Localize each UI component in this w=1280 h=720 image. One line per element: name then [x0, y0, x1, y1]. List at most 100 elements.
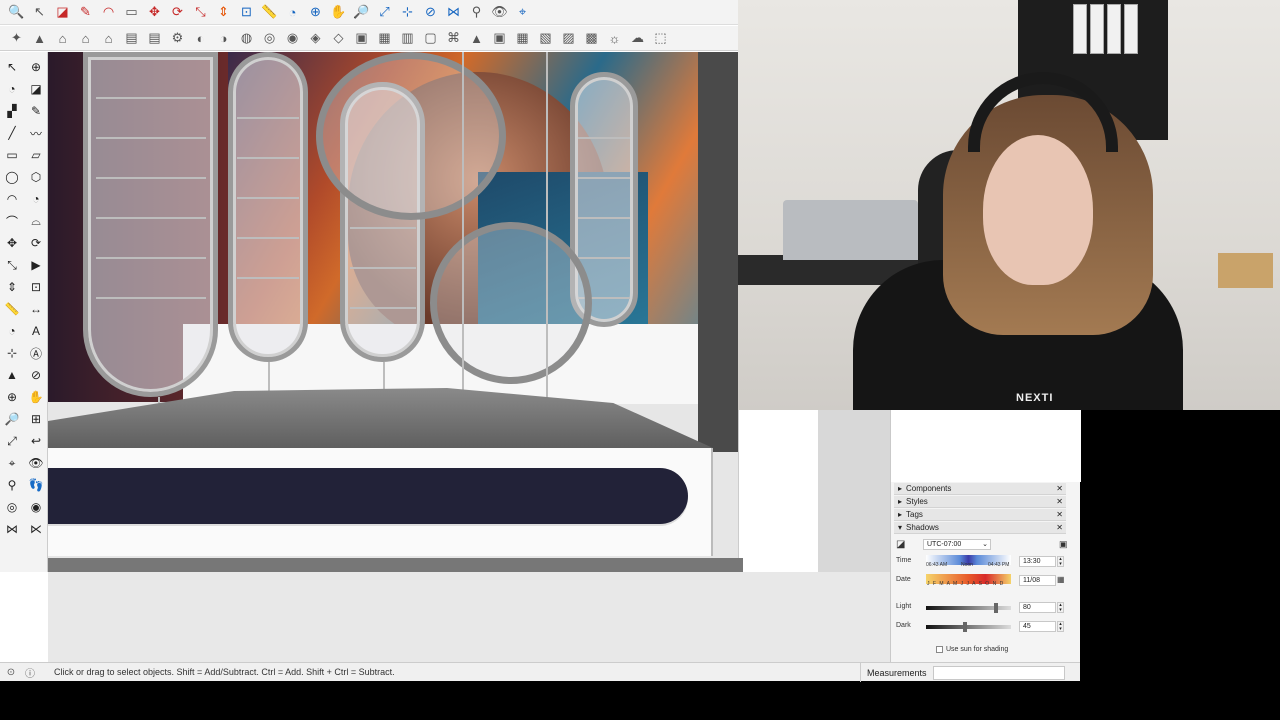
section-icon[interactable]: ⊘: [420, 2, 441, 23]
section-plane-icon[interactable]: ⊘: [27, 366, 45, 384]
details-toggle-icon[interactable]: ▣: [1059, 539, 1068, 550]
calendar-icon[interactable]: ▦: [1057, 575, 1065, 584]
move-icon[interactable]: ✥: [3, 234, 21, 252]
style-hidden-icon[interactable]: ◎: [259, 28, 280, 49]
extension-icon[interactable]: ⚙: [167, 28, 188, 49]
dark-slider[interactable]: [926, 625, 1011, 629]
tape-icon[interactable]: 📏: [259, 2, 280, 23]
info-icon[interactable]: ⓘ: [22, 664, 38, 680]
polygon-icon[interactable]: ⬡: [27, 168, 45, 186]
select-icon[interactable]: ↖: [3, 58, 21, 76]
right-icon[interactable]: ▦: [512, 28, 533, 49]
paint-bucket-icon[interactable]: ◔: [3, 80, 21, 98]
previous-view-icon[interactable]: ↩: [27, 432, 45, 450]
scale-icon[interactable]: ⤡: [3, 256, 21, 274]
capsule-display-2[interactable]: [228, 52, 308, 362]
pencil-icon[interactable]: ✎: [75, 2, 96, 23]
date-field[interactable]: 11/08: [1019, 575, 1056, 586]
light-slider[interactable]: [926, 606, 1011, 610]
section-display-icon[interactable]: ◉: [27, 498, 45, 516]
light-field[interactable]: 80: [1019, 602, 1056, 613]
ring-display-bottom[interactable]: [430, 222, 592, 384]
timezone-select[interactable]: UTC-07:00 ⌄: [923, 539, 991, 550]
pencil-icon[interactable]: ✎: [27, 102, 45, 120]
layers-icon[interactable]: ▥: [397, 28, 418, 49]
style-back-edges-icon[interactable]: ◑: [213, 28, 234, 49]
axes-icon[interactable]: ⊹: [3, 344, 21, 362]
eraser-icon[interactable]: ◪: [27, 80, 45, 98]
rotated-rectangle-icon[interactable]: ▱: [27, 146, 45, 164]
style-x-ray-icon[interactable]: ◐: [190, 28, 211, 49]
shadow-toggle-icon[interactable]: ◪: [896, 539, 905, 550]
sandbox-icon[interactable]: ⋈: [3, 520, 21, 538]
two-point-arc-icon[interactable]: ⌒: [3, 212, 21, 230]
light-spinner[interactable]: ▴ ▾: [1057, 602, 1064, 613]
orbit-icon[interactable]: ⊕: [305, 2, 326, 23]
lock-icon[interactable]: ▢: [420, 28, 441, 49]
paint-bucket-icon-2[interactable]: ▲: [3, 366, 21, 384]
time-spinner[interactable]: ▴ ▾: [1057, 556, 1064, 567]
axes-icon[interactable]: ⊹: [397, 2, 418, 23]
position-camera-icon[interactable]: ⌖: [3, 454, 21, 472]
offset-icon[interactable]: ⊡: [27, 278, 45, 296]
dark-spinner[interactable]: ▴ ▾: [1057, 621, 1064, 632]
pushpull-icon[interactable]: ⇕: [3, 278, 21, 296]
footprint-icon[interactable]: 👣: [27, 476, 45, 494]
paint-icon[interactable]: ▞: [3, 102, 21, 120]
folder-icon[interactable]: ▤: [121, 28, 142, 49]
house-icon[interactable]: ⌂: [75, 28, 96, 49]
pushpull-icon[interactable]: ⇕: [213, 2, 234, 23]
measurements-input[interactable]: [932, 665, 1065, 680]
tags-icon[interactable]: ▦: [374, 28, 395, 49]
dark-slider-thumb[interactable]: [963, 622, 967, 632]
tray-section-components[interactable]: ▸ Components ✕: [894, 483, 1066, 495]
follow-me-icon[interactable]: ▶: [27, 256, 45, 274]
warehouse-icon[interactable]: ▤: [144, 28, 165, 49]
front-view-icon[interactable]: ⌂: [98, 28, 119, 49]
tray-section-shadows[interactable]: ▾ Shadows ✕: [894, 522, 1066, 534]
select-arrow-icon[interactable]: ↖: [29, 2, 50, 23]
dimension-icon[interactable]: ↔: [27, 300, 45, 318]
components-icon[interactable]: ▣: [351, 28, 372, 49]
zoom-window-icon[interactable]: ⊞: [27, 410, 45, 428]
ring-display-top[interactable]: [316, 52, 506, 220]
close-icon[interactable]: ✕: [1056, 523, 1063, 532]
orbit-icon[interactable]: ⊕: [27, 58, 45, 76]
scale-icon[interactable]: ⤡: [190, 2, 211, 23]
sandbox-2-icon[interactable]: ⋉: [27, 520, 45, 538]
line-icon[interactable]: ╱: [3, 124, 21, 142]
circle-icon[interactable]: ◯: [3, 168, 21, 186]
walk-icon[interactable]: ⚲: [466, 2, 487, 23]
paint-icon[interactable]: ▲: [29, 28, 50, 49]
light-slider-thumb[interactable]: [994, 603, 998, 613]
zoom-extents-icon[interactable]: ⤢: [3, 432, 21, 450]
freehand-icon[interactable]: 〰: [27, 124, 45, 142]
arc-icon[interactable]: ◠: [3, 190, 21, 208]
left-icon[interactable]: ▨: [558, 28, 579, 49]
tray-section-styles[interactable]: ▸ Styles ✕: [894, 496, 1066, 508]
time-field[interactable]: 13:30: [1019, 556, 1056, 567]
sandbox-icon[interactable]: ⋈: [443, 2, 464, 23]
top-view-icon[interactable]: ▲: [466, 28, 487, 49]
section-icon[interactable]: ◎: [3, 498, 21, 516]
protractor-icon[interactable]: ◔: [3, 322, 21, 340]
style-wireframe-icon[interactable]: ◍: [236, 28, 257, 49]
protractor-icon[interactable]: ◔: [282, 2, 303, 23]
pan-icon[interactable]: ✋: [27, 388, 45, 406]
rotate-icon[interactable]: ⟳: [27, 234, 45, 252]
front-icon[interactable]: ▣: [489, 28, 510, 49]
camera-icon[interactable]: ▩: [581, 28, 602, 49]
shadow-icon[interactable]: ☼: [604, 28, 625, 49]
use-sun-checkbox[interactable]: [936, 646, 943, 653]
pie-icon[interactable]: ◔: [27, 190, 45, 208]
fog-icon[interactable]: ☁: [627, 28, 648, 49]
style-shaded-icon[interactable]: ◉: [282, 28, 303, 49]
position-camera-icon[interactable]: ⌖: [512, 2, 533, 23]
rotate-icon[interactable]: ⟳: [167, 2, 188, 23]
style-textured-icon[interactable]: ◈: [305, 28, 326, 49]
look-around-icon[interactable]: 👁: [27, 454, 45, 472]
pan-icon[interactable]: ✋: [328, 2, 349, 23]
use-sun-option[interactable]: Use sun for shading: [936, 646, 1008, 653]
walk-icon[interactable]: ⚲: [3, 476, 21, 494]
zoom-extents-icon[interactable]: ⤢: [374, 2, 395, 23]
